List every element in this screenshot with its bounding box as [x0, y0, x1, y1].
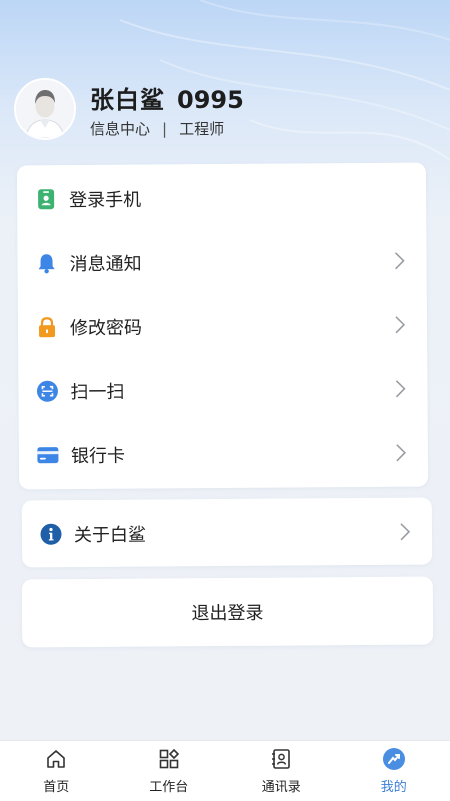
about-card: 关于白鲨	[22, 498, 432, 568]
scan-icon	[36, 380, 58, 402]
phone-badge-icon	[35, 188, 57, 210]
lock-icon	[36, 316, 58, 338]
chevron-right-icon	[398, 521, 412, 543]
menu-item-label: 银行卡	[71, 442, 125, 468]
menu-item-bank-card[interactable]: 银行卡	[19, 421, 428, 488]
menu-item-change-password[interactable]: 修改密码	[18, 293, 427, 360]
bank-card-icon	[37, 444, 59, 466]
logout-card: 退出登录	[22, 577, 433, 648]
bell-icon	[35, 252, 57, 274]
settings-menu-card: 登录手机 消息通知 修改密码 扫一扫 银行卡	[17, 163, 428, 490]
chevron-right-icon	[393, 314, 407, 336]
chevron-right-icon	[392, 250, 406, 272]
department-label: 信息中心	[90, 118, 150, 139]
home-icon	[44, 747, 68, 771]
logout-button[interactable]: 退出登录	[22, 577, 433, 648]
user-name: 张白鲨	[90, 80, 165, 115]
tab-home[interactable]: 首页	[0, 741, 113, 801]
menu-item-label: 登录手机	[69, 186, 141, 213]
avatar[interactable]	[14, 78, 76, 140]
chevron-right-icon	[393, 378, 407, 400]
avatar-person-icon	[16, 80, 74, 138]
menu-item-notifications[interactable]: 消息通知	[17, 229, 426, 296]
menu-item-about[interactable]: 关于白鲨	[22, 500, 432, 567]
menu-item-label: 扫一扫	[70, 378, 124, 404]
menu-item-label: 修改密码	[70, 314, 142, 341]
info-icon	[40, 523, 62, 545]
profile-header: 张白鲨 0995 信息中心 | 工程师	[14, 78, 434, 140]
grid-icon	[157, 747, 181, 771]
menu-item-login-phone[interactable]: 登录手机	[17, 165, 426, 232]
menu-item-scan[interactable]: 扫一扫	[18, 357, 427, 424]
chevron-right-icon	[394, 442, 408, 464]
contacts-icon	[269, 747, 293, 771]
job-title-label: 工程师	[179, 118, 224, 139]
tab-contacts[interactable]: 通讯录	[225, 741, 338, 801]
tab-workbench[interactable]: 工作台	[113, 741, 226, 801]
profile-icon	[382, 747, 406, 771]
tab-label: 通讯录	[262, 776, 301, 795]
tab-label: 我的	[381, 776, 407, 795]
user-subtitle: 信息中心 | 工程师	[90, 118, 224, 139]
subtitle-separator: |	[162, 120, 167, 138]
employee-number: 0995	[177, 86, 244, 114]
name-row: 张白鲨 0995	[90, 80, 244, 115]
tab-label: 工作台	[149, 776, 188, 795]
menu-item-label: 关于白鲨	[74, 521, 146, 548]
menu-item-label: 消息通知	[69, 250, 141, 277]
tab-profile[interactable]: 我的	[338, 741, 450, 801]
bottom-tab-bar: 首页 工作台 通讯录 我的	[0, 740, 450, 801]
tab-label: 首页	[43, 776, 69, 795]
